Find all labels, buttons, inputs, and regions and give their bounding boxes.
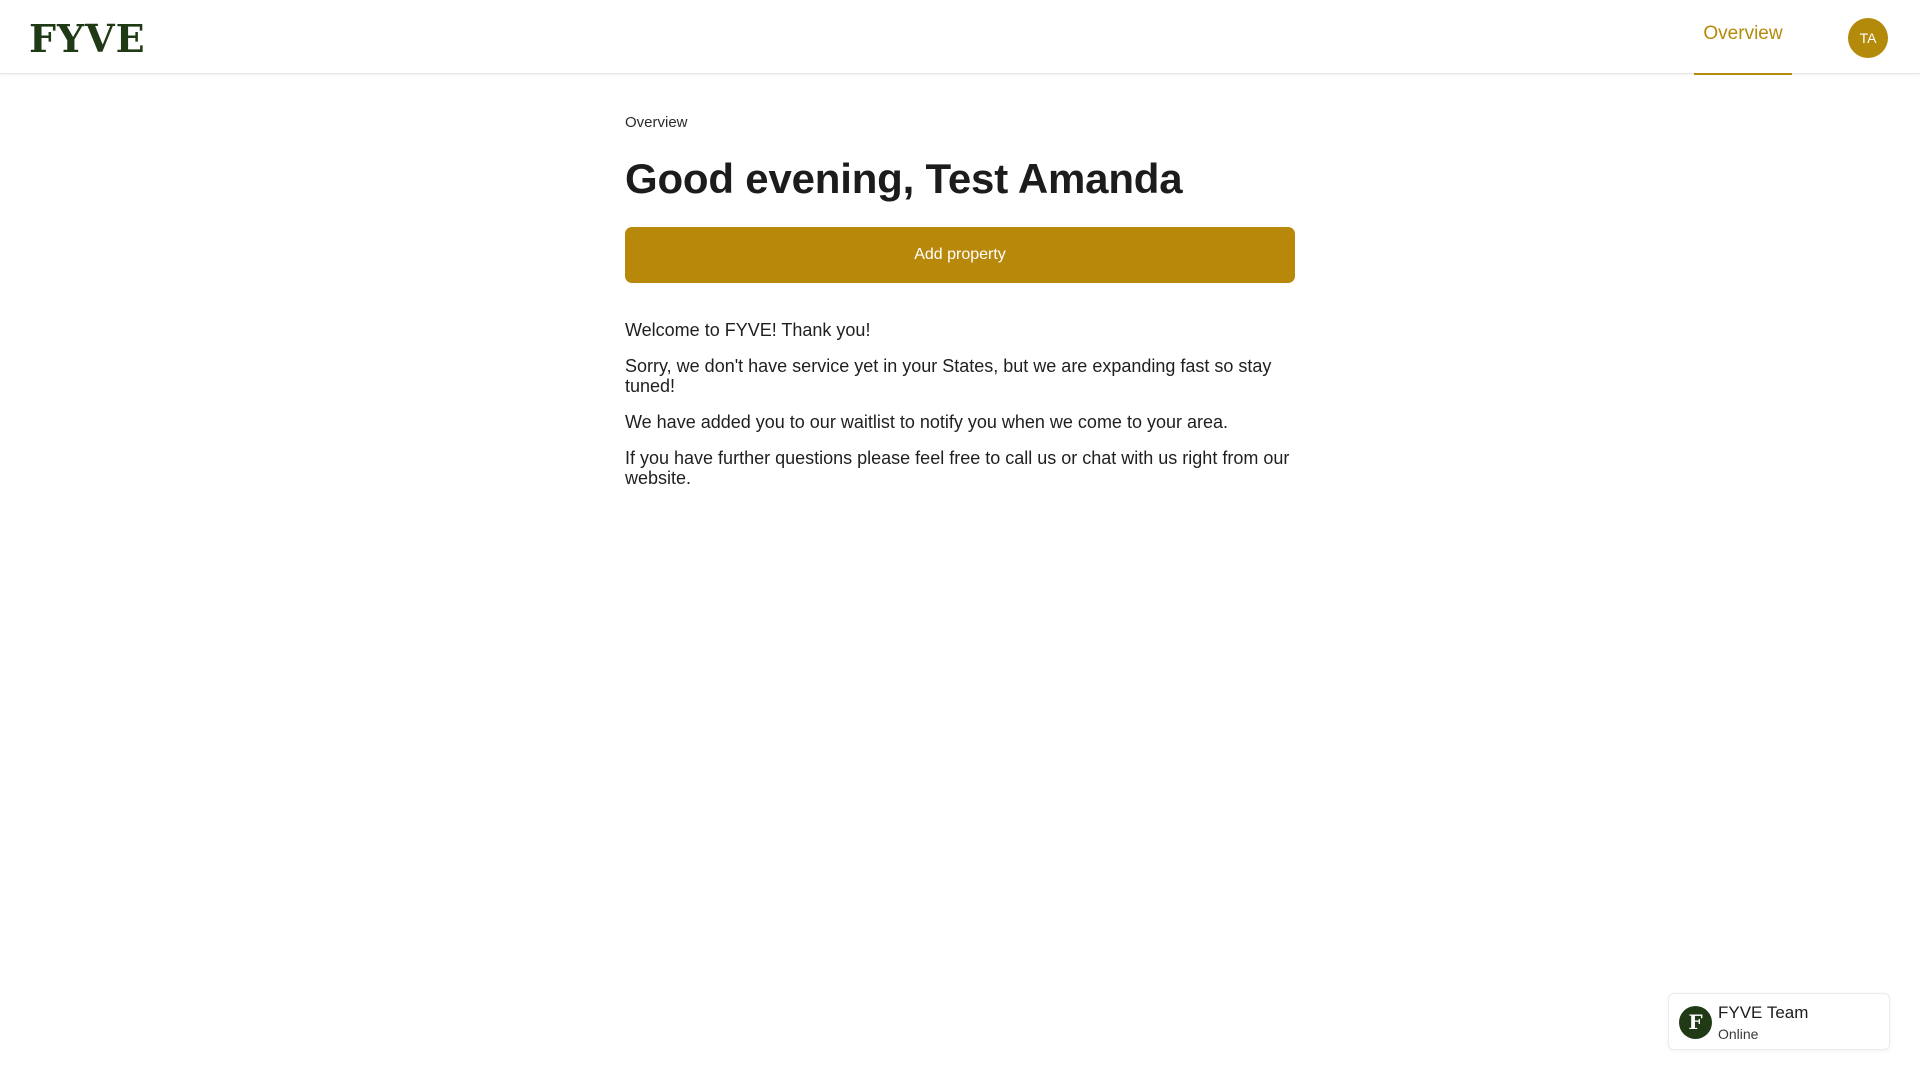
welcome-messages: Welcome to FYVE! Thank you! Sorry, we do… bbox=[625, 320, 1295, 488]
chat-widget[interactable]: F FYVE Team Online bbox=[1668, 993, 1890, 1050]
page-title: Good evening, Test Amanda bbox=[625, 155, 1183, 202]
fyve-logo[interactable]: FYVE bbox=[29, 16, 146, 61]
contact-message: If you have further questions please fee… bbox=[625, 448, 1290, 488]
waitlist-message: We have added you to our waitlist to not… bbox=[625, 412, 1228, 432]
add-property-button[interactable]: Add property bbox=[625, 227, 1295, 283]
breadcrumb: Overview bbox=[625, 114, 688, 131]
main-content: Overview Good evening, Test Amanda Add p… bbox=[625, 114, 1295, 504]
chat-avatar: F bbox=[1679, 1006, 1712, 1039]
top-navigation-bar: FYVE Overview TA bbox=[0, 0, 1920, 75]
nav-tab-overview[interactable]: Overview bbox=[1694, 0, 1792, 75]
user-avatar[interactable]: TA bbox=[1848, 18, 1888, 58]
chat-status: Online bbox=[1718, 1026, 1759, 1042]
chat-team-name: FYVE Team bbox=[1718, 1003, 1809, 1022]
welcome-message: Welcome to FYVE! Thank you! bbox=[625, 320, 871, 340]
service-unavailable-message: Sorry, we don't have service yet in your… bbox=[625, 356, 1272, 396]
